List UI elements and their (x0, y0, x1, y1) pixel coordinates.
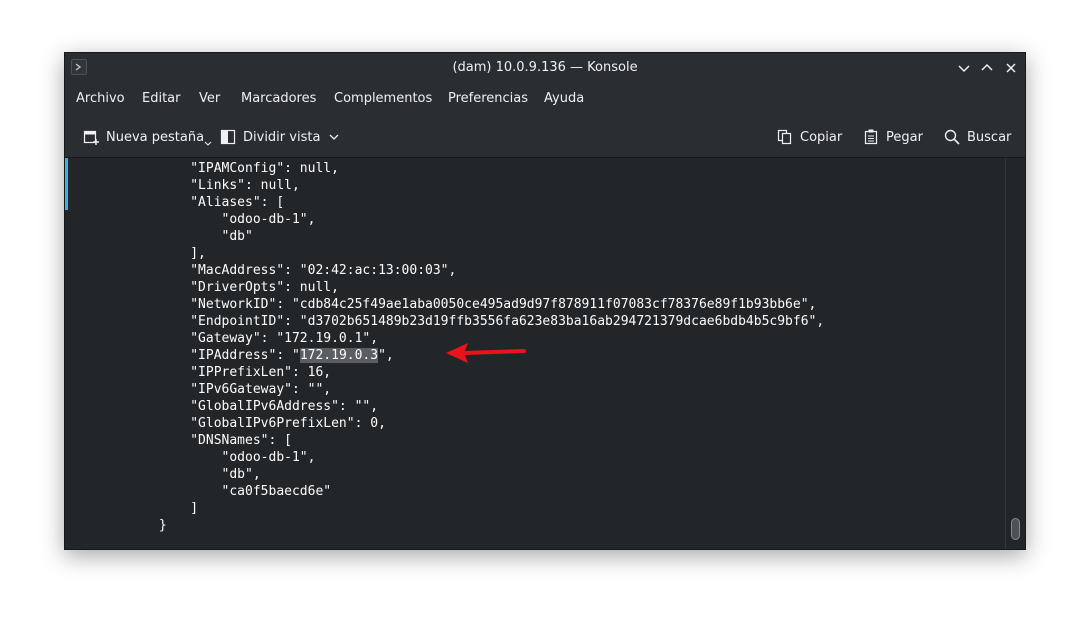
menu-editar[interactable]: Editar (142, 91, 181, 106)
terminal-line: "EndpointID": "d3702b651489b23d19ffb3556… (65, 314, 825, 329)
menu-bar: Archivo Editar Ver Marcadores Complement… (65, 83, 1025, 115)
ip-line-suffix: ", (378, 348, 394, 363)
split-view-icon (220, 129, 236, 145)
terminal-view[interactable]: "IPAMConfig": null, "Links": null, "Alia… (65, 158, 1005, 549)
close-icon (1006, 63, 1016, 73)
title-bar[interactable]: (dam) 10.0.9.136 — Konsole (65, 53, 1025, 83)
toolbar: Nueva pestaña Dividir vista Copiar Pegar… (65, 115, 1025, 158)
menu-marcadores[interactable]: Marcadores (241, 91, 316, 106)
window-title: (dam) 10.0.9.136 — Konsole (452, 60, 638, 75)
new-tab-label: Nueva pestaña (106, 129, 205, 145)
search-button[interactable]: Buscar (943, 127, 1011, 147)
terminal-line: "Aliases": [ (65, 195, 285, 210)
chevron-up-icon (981, 63, 993, 71)
search-icon (944, 129, 960, 145)
terminal-line: } (65, 518, 167, 533)
terminal-line: "GlobalIPv6PrefixLen": 0, (65, 416, 386, 431)
new-tab-button[interactable]: Nueva pestaña (82, 127, 218, 147)
terminal-line: "IPAMConfig": null, (65, 161, 339, 176)
terminal-scrollbar[interactable] (1005, 158, 1025, 549)
search-label: Buscar (967, 129, 1012, 145)
terminal-line: "Links": null, (65, 178, 300, 193)
split-view-button[interactable]: Dividir vista (219, 127, 346, 147)
annotation-arrow-icon (446, 343, 526, 363)
copy-button[interactable]: Copiar (776, 127, 842, 147)
menu-complementos[interactable]: Complementos (334, 91, 432, 106)
terminal-line: "NetworkID": "cdb84c25f49ae1aba0050ce495… (65, 297, 817, 312)
scrollbar-thumb[interactable] (1011, 518, 1020, 540)
chevron-down-icon[interactable] (328, 131, 340, 143)
chevron-down-icon (958, 65, 970, 73)
terminal-line: "odoo-db-1", (65, 212, 316, 227)
terminal-line: ] (65, 501, 199, 516)
menu-ver[interactable]: Ver (199, 91, 220, 106)
terminal-line: "MacAddress": "02:42:ac:13:00:03", (65, 263, 457, 278)
terminal-line: "odoo-db-1", (65, 450, 316, 465)
terminal-line: ], (65, 246, 206, 261)
copy-icon (777, 129, 792, 145)
paste-label: Pegar (886, 129, 923, 145)
terminal-line: "GlobalIPv6Address": "", (65, 399, 379, 414)
menu-preferencias[interactable]: Preferencias (448, 91, 528, 106)
selected-ip-text[interactable]: 172.19.0.3 (299, 348, 379, 363)
minimize-button[interactable] (955, 59, 973, 77)
menu-archivo[interactable]: Archivo (76, 91, 125, 106)
terminal-line: "DNSNames": [ (65, 433, 292, 448)
paste-icon (864, 129, 878, 145)
terminal-line: "IPPrefixLen": 16, (65, 365, 332, 380)
split-view-label: Dividir vista (243, 129, 321, 145)
maximize-button[interactable] (978, 59, 996, 77)
copy-label: Copiar (800, 129, 843, 145)
ip-line-prefix: "IPAddress": " (65, 348, 300, 363)
terminal-line: "db" (65, 229, 253, 244)
new-tab-icon (83, 130, 99, 145)
paste-button[interactable]: Pegar (862, 127, 923, 147)
chevron-down-icon[interactable] (204, 140, 212, 148)
terminal-line: "db", (65, 467, 261, 482)
terminal-line: "DriverOpts": null, (65, 280, 339, 295)
terminal-line: "IPv6Gateway": "", (65, 382, 332, 397)
menu-ayuda[interactable]: Ayuda (544, 91, 584, 106)
close-button[interactable] (1002, 59, 1020, 77)
konsole-window: (dam) 10.0.9.136 — Konsole Archivo Edita… (64, 52, 1026, 550)
terminal-line: "ca0f5baecd6e" (65, 484, 332, 499)
